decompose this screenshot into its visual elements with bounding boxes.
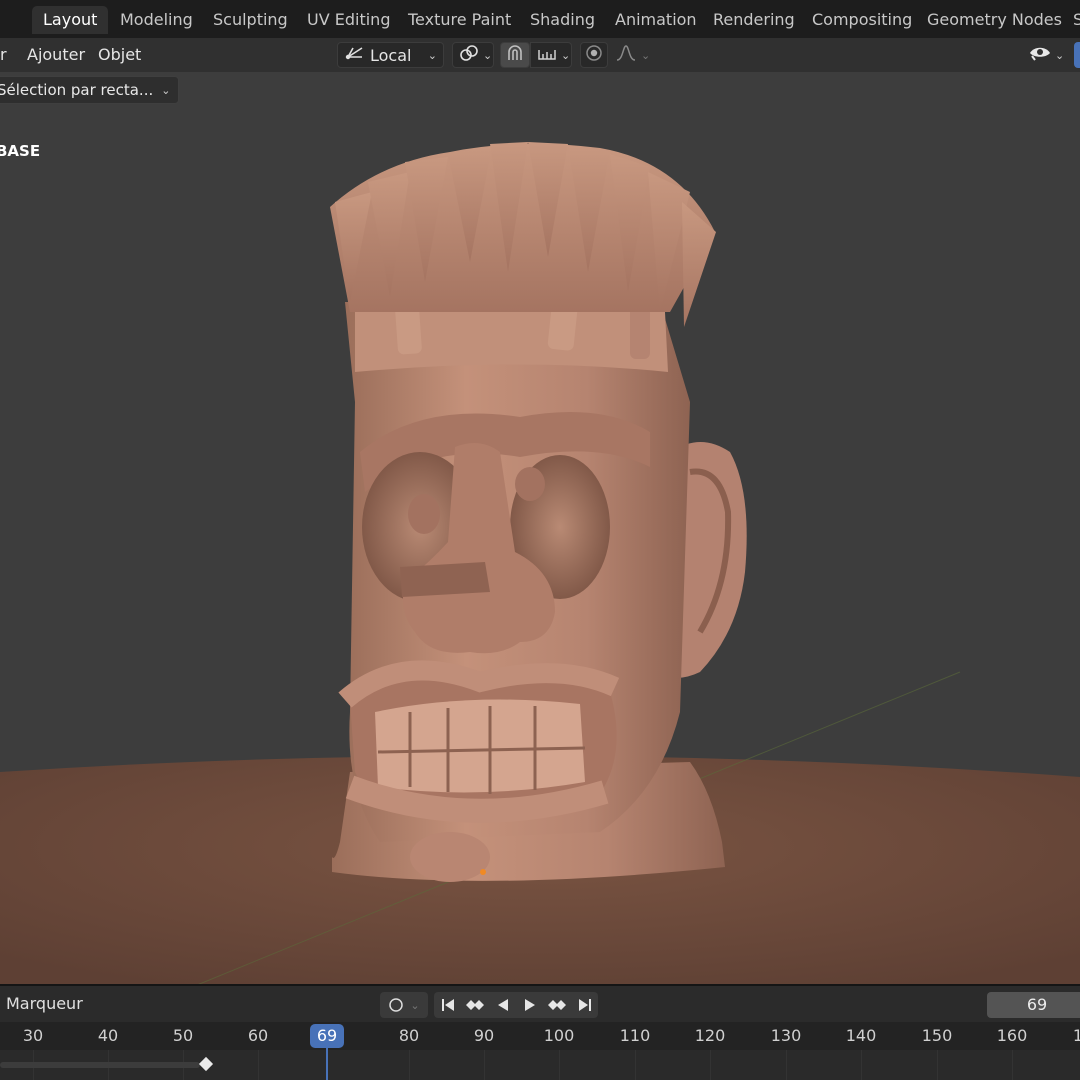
grid-line [1012, 1050, 1013, 1080]
ruler-tick: 120 [694, 1026, 726, 1045]
grid-line [937, 1050, 938, 1080]
snap-increment-icon [537, 45, 557, 65]
grid-line [710, 1050, 711, 1080]
tab-sculpting[interactable]: Sculpting [202, 6, 299, 34]
ruler-tick: 140 [845, 1026, 877, 1045]
select-tool-dropdown[interactable]: Sélection par recta... ⌄ [0, 76, 180, 104]
play-reverse-icon[interactable] [489, 992, 516, 1018]
tab-compositing[interactable]: Compositing [801, 6, 923, 34]
ruler-tick: 80 [398, 1026, 420, 1045]
chevron-down-icon: ⌄ [561, 48, 571, 62]
next-keyframe-icon[interactable] [543, 992, 571, 1018]
keyframe-track[interactable] [0, 1050, 1080, 1080]
ruler-tick: 50 [172, 1026, 194, 1045]
tab-geometry-nodes[interactable]: Geometry Nodes [916, 6, 1073, 34]
viewport-header: r Ajouter Objet Local ⌄ ⌄ ⌄ ⌄ ⌄ [0, 38, 1080, 72]
transport-buttons [434, 992, 598, 1018]
playhead[interactable] [326, 1046, 328, 1080]
grid-line [635, 1050, 636, 1080]
view-label: BASE [0, 142, 41, 160]
ruler-tick: 150 [921, 1026, 953, 1045]
ruler-tick: 160 [996, 1026, 1028, 1045]
proportional-edit-icon [585, 44, 603, 66]
grid-line [861, 1050, 862, 1080]
grid-line [484, 1050, 485, 1080]
pivot-point-dropdown[interactable]: ⌄ [452, 42, 494, 68]
bust-eye-left [408, 494, 440, 534]
chevron-down-icon: ⌄ [427, 48, 437, 62]
object-origin [480, 869, 486, 875]
play-icon[interactable] [516, 992, 543, 1018]
workspace-tabs: Layout Modeling Sculpting UV Editing Tex… [0, 0, 1080, 38]
snap-magnet-icon [505, 44, 525, 66]
select-tool-label: Sélection par recta... [0, 81, 154, 99]
transform-orientation-dropdown[interactable]: Local ⌄ [337, 42, 444, 68]
jump-start-icon[interactable] [434, 992, 461, 1018]
auto-keying-toggle[interactable]: ⌄ [380, 992, 428, 1018]
timeline-header: Marqueur ⌄ 69 [0, 984, 1080, 1022]
chevron-down-icon: ⌄ [483, 48, 493, 62]
summary-bar [0, 1062, 200, 1068]
bust-hair [330, 142, 716, 327]
previous-keyframe-icon[interactable] [461, 992, 489, 1018]
tab-modeling[interactable]: Modeling [109, 6, 204, 34]
menu-marker[interactable]: Marqueur [6, 994, 83, 1013]
current-frame-indicator[interactable]: 69 [310, 1024, 344, 1048]
ruler-tick: 90 [473, 1026, 495, 1045]
grid-line [559, 1050, 560, 1080]
snap-target-dropdown[interactable]: ⌄ [530, 42, 572, 68]
ruler-tick: 40 [97, 1026, 119, 1045]
grid-line [409, 1050, 410, 1080]
tab-uv-editing[interactable]: UV Editing [296, 6, 401, 34]
orientation-label: Local [370, 45, 412, 65]
ruler-tick: 130 [770, 1026, 802, 1045]
record-icon [389, 998, 404, 1012]
tab-scripting[interactable]: S [1062, 6, 1080, 34]
menu-add[interactable]: Ajouter [27, 44, 85, 66]
current-frame-field[interactable]: 69 [987, 992, 1080, 1018]
snap-toggle[interactable] [500, 42, 530, 68]
eye-icon [1029, 44, 1051, 66]
ruler-tick: 110 [619, 1026, 651, 1045]
falloff-curve-icon [615, 44, 637, 66]
proportional-falloff-dropdown[interactable]: ⌄ [608, 42, 650, 68]
menu-view[interactable]: r [0, 44, 7, 66]
visibility-dropdown[interactable]: ⌄ [1022, 42, 1068, 68]
menu-object[interactable]: Objet [98, 44, 141, 66]
chevron-down-icon: ⌄ [641, 48, 651, 62]
proportional-editing-toggle[interactable] [580, 42, 608, 68]
ruler-tick: 1 [1072, 1026, 1080, 1045]
gizmo-toggle[interactable] [1074, 42, 1080, 68]
tab-layout[interactable]: Layout [32, 6, 109, 34]
keyframe-diamond[interactable] [198, 1056, 214, 1072]
frame-ruler[interactable]: 30 40 50 60 69 80 90 100 110 120 130 140… [0, 1022, 1080, 1050]
scene-render [0, 142, 1080, 984]
chevron-down-icon: ⌄ [1055, 48, 1065, 62]
orientation-icon [344, 45, 366, 65]
ruler-tick: 30 [22, 1026, 44, 1045]
tab-animation[interactable]: Animation [604, 6, 708, 34]
jump-end-icon[interactable] [571, 992, 598, 1018]
tab-shading[interactable]: Shading [519, 6, 606, 34]
3d-viewport[interactable]: Sélection par recta... ⌄ BASE [0, 72, 1080, 984]
ruler-tick: 60 [247, 1026, 269, 1045]
ruler-tick: 100 [543, 1026, 575, 1045]
pivot-icon [459, 44, 479, 66]
tab-texture-paint[interactable]: Texture Paint [397, 6, 522, 34]
playback-controls: ⌄ [380, 992, 598, 1018]
chevron-down-icon: ⌄ [161, 83, 171, 97]
grid-line [786, 1050, 787, 1080]
chevron-down-icon: ⌄ [410, 998, 420, 1012]
tab-rendering[interactable]: Rendering [702, 6, 806, 34]
bust-eye-right [515, 467, 545, 501]
grid-line [258, 1050, 259, 1080]
